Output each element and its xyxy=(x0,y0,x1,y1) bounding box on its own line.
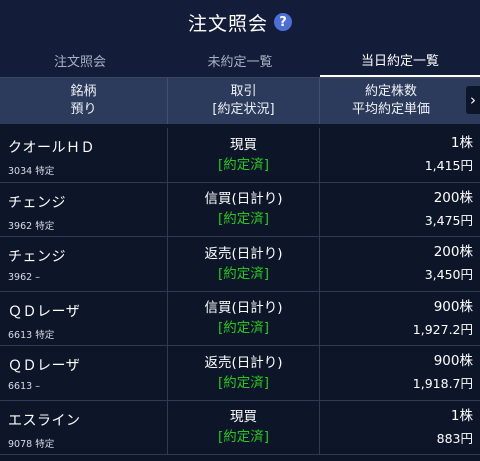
execution-status: [約定済] xyxy=(217,211,270,228)
average-price: 883円 xyxy=(436,430,473,446)
header-trade-label: 取引 xyxy=(230,84,257,99)
execution-status: [約定済] xyxy=(217,156,270,173)
executed-quantity: 900株 xyxy=(433,298,473,315)
header-issue-label: 銘柄 xyxy=(70,84,97,99)
chevron-right-icon[interactable]: › xyxy=(466,86,480,114)
executed-quantity: 1株 xyxy=(450,407,473,424)
tab-order-inquiry[interactable]: 注文照会 xyxy=(0,44,160,77)
tab-bar: 注文照会 未約定一覧 当日約定一覧 xyxy=(0,44,480,78)
issue-name: ＱＤレーザ xyxy=(8,358,81,374)
header-status-label: [約定状況] xyxy=(212,102,275,117)
average-price: 1,918.7円 xyxy=(412,376,473,392)
header-col-trade: 取引 [約定状況] xyxy=(168,78,320,124)
trade-type: 現買 xyxy=(230,136,257,153)
executed-quantity: 200株 xyxy=(433,189,473,206)
issue-name: クオールＨＤ xyxy=(8,140,95,156)
header-col-issue: 銘柄 預り xyxy=(0,78,168,124)
table-row[interactable]: チェンジ 3962 – 返売(日計り) [約定済] 200株 3,450円 xyxy=(0,237,480,292)
tab-unexecuted-list[interactable]: 未約定一覧 xyxy=(160,44,320,77)
average-price: 1,415円 xyxy=(424,158,473,174)
header-custody-label: 預り xyxy=(70,102,97,117)
issue-code: 6613 特定 xyxy=(8,329,55,341)
issue-code: 3962 – xyxy=(8,272,40,283)
issue-code: 9078 特定 xyxy=(8,438,55,450)
tab-today-executed-list[interactable]: 当日約定一覧 xyxy=(320,44,480,77)
trade-type: 返売(日計り) xyxy=(204,354,283,371)
header-col-quantity: 約定株数 平均約定単価 xyxy=(320,78,462,124)
table-row[interactable]: エスライン 9078 特定 現買 [約定済] 1株 883円 xyxy=(0,400,480,455)
table-row[interactable]: クオールＨＤ 3034 特定 現買 [約定済] 1株 1,415円 xyxy=(0,128,480,183)
table-header: 銘柄 預り 取引 [約定状況] 約定株数 平均約定単価 › xyxy=(0,78,480,124)
table-row[interactable]: ＱＤレーザ 6613 – 返売(日計り) [約定済] 900株 1,918.7円 xyxy=(0,346,480,401)
executed-orders-list: クオールＨＤ 3034 特定 現買 [約定済] 1株 1,415円 チェンジ 3… xyxy=(0,128,480,455)
table-row[interactable]: ＱＤレーザ 6613 特定 信買(日計り) [約定済] 900株 1,927.2… xyxy=(0,291,480,346)
table-row[interactable]: チェンジ 3962 特定 信買(日計り) [約定済] 200株 3,475円 xyxy=(0,182,480,237)
execution-status: [約定済] xyxy=(217,429,270,446)
average-price: 3,450円 xyxy=(424,267,473,283)
trade-type: 返売(日計り) xyxy=(204,245,283,262)
execution-status: [約定済] xyxy=(217,374,270,391)
trade-type: 信買(日計り) xyxy=(204,300,283,317)
help-icon[interactable]: ? xyxy=(274,13,292,31)
executed-quantity: 1株 xyxy=(450,135,473,152)
issue-code: 3962 特定 xyxy=(8,220,55,232)
average-price: 3,475円 xyxy=(424,212,473,228)
issue-code: 6613 – xyxy=(8,381,40,392)
execution-status: [約定済] xyxy=(217,320,270,337)
execution-status: [約定済] xyxy=(217,265,270,282)
issue-name: ＱＤレーザ xyxy=(8,303,81,320)
average-price: 1,927.2円 xyxy=(412,321,473,337)
page-title: 注文照会 xyxy=(187,12,268,35)
trade-type: 信買(日計り) xyxy=(204,191,283,208)
executed-quantity: 200株 xyxy=(433,244,473,261)
issue-code: 3034 特定 xyxy=(8,166,55,177)
header-avg-price-label: 平均約定単価 xyxy=(351,102,430,117)
header-quantity-label: 約定株数 xyxy=(364,84,417,99)
issue-name: チェンジ xyxy=(8,249,66,265)
title-bar: 注文照会 ? xyxy=(0,0,480,44)
executed-quantity: 900株 xyxy=(433,353,473,370)
issue-name: チェンジ xyxy=(8,194,66,211)
trade-type: 現買 xyxy=(230,409,257,426)
issue-name: エスライン xyxy=(8,412,81,429)
